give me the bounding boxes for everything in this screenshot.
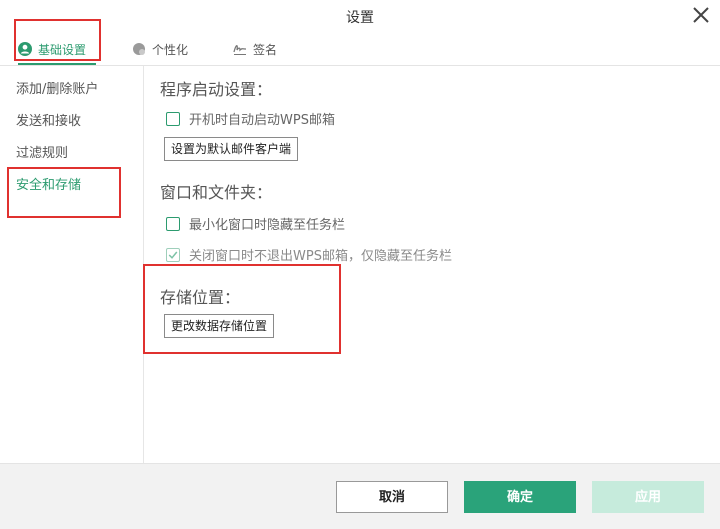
sidebar-item-filter-rules[interactable]: 过滤规则 [0,138,143,170]
user-icon [18,42,32,56]
cancel-button[interactable]: 取消 [336,481,448,513]
close-hide-label: 关闭窗口时不退出WPS邮箱，仅隐藏至任务栏 [189,249,452,264]
tab-label: 个性化 [152,42,189,57]
section-title-window-folder: 窗口和文件夹： [160,183,273,202]
tab-label: 基础设置 [38,42,87,57]
tab-basic-settings[interactable]: 基础设置 [18,34,96,65]
title-bar: 设置 [0,0,720,34]
section-title-storage: 存储位置： [160,288,241,307]
tab-signature[interactable]: 签名 [233,34,293,64]
sidebar-item-accounts[interactable]: 添加/删除账户 [0,74,143,106]
tab-personalize[interactable]: 个性化 [132,34,202,64]
change-storage-location-button[interactable]: 更改数据存储位置 [164,314,275,338]
autostart-label: 开机时自动启动WPS邮箱 [189,113,335,128]
ok-button[interactable]: 确定 [464,481,576,513]
close-hide-checkbox[interactable] [166,247,180,262]
checkmark-icon [168,251,178,259]
sidebar-item-security-storage[interactable]: 安全和存储 [0,170,143,202]
settings-dialog: 设置 基础设置 个性化 签名 添加/删除账户 发送和接收 过滤规则 安全和存储 … [0,0,720,529]
apply-button[interactable]: 应用 [592,481,704,513]
minimize-hide-label: 最小化窗口时隐藏至任务栏 [189,218,346,233]
autostart-checkbox[interactable] [166,111,180,126]
tab-label: 签名 [253,42,278,57]
section-title-startup: 程序启动设置： [160,80,273,99]
close-icon [693,7,709,23]
close-hide-option[interactable]: 关闭窗口时不退出WPS邮箱，仅隐藏至任务栏 [166,245,452,264]
minimize-hide-checkbox[interactable] [166,216,180,231]
sidebar: 添加/删除账户 发送和接收 过滤规则 安全和存储 [0,66,144,463]
set-default-client-button[interactable]: 设置为默认邮件客户端 [164,137,299,161]
autostart-option[interactable]: 开机时自动启动WPS邮箱 [166,109,335,128]
tab-bar: 基础设置 个性化 签名 [0,34,720,66]
settings-panel: 程序启动设置： 开机时自动启动WPS邮箱 设置为默认邮件客户端 窗口和文件夹： … [144,66,720,463]
close-button[interactable] [690,4,712,26]
dialog-footer: 取消 确定 应用 [0,463,720,529]
minimize-hide-option[interactable]: 最小化窗口时隐藏至任务栏 [166,214,345,233]
window-title: 设置 [346,10,374,26]
signature-icon [233,45,247,55]
palette-icon [133,43,145,55]
sidebar-item-send-receive[interactable]: 发送和接收 [0,106,143,138]
